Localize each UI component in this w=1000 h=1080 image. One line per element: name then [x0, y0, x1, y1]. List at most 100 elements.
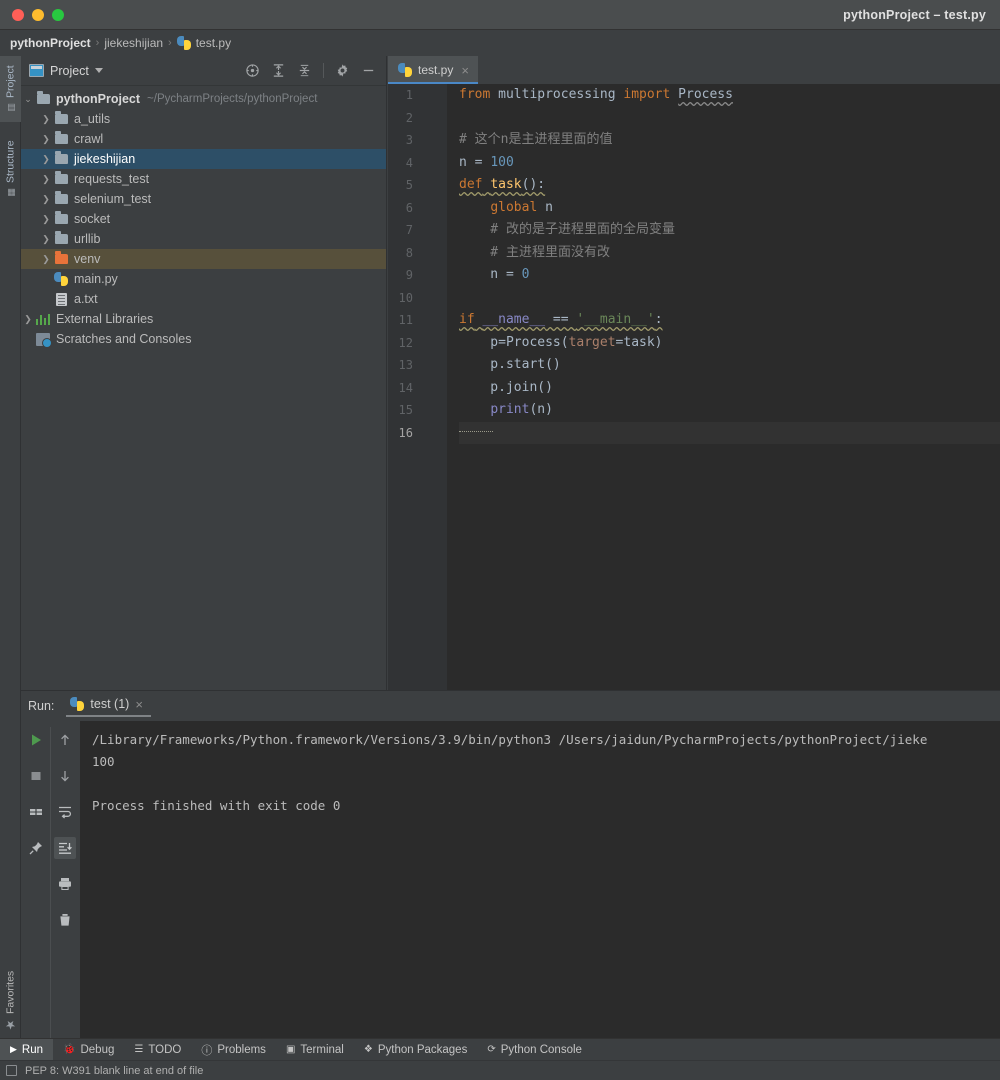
tree-row-a_utils[interactable]: ❯ a_utils: [21, 109, 386, 129]
project-panel-header: Project: [21, 56, 386, 86]
status-bar: PEP 8: W391 blank line at end of file: [0, 1060, 1000, 1080]
token: n =: [459, 267, 522, 282]
code-content[interactable]: from multiprocessing import Process # 这个…: [447, 84, 1000, 690]
tree-row-external-libraries[interactable]: ❯ External Libraries: [21, 309, 386, 329]
chevron-down-icon[interactable]: [94, 68, 103, 73]
line-number: 11: [398, 313, 413, 327]
tree-row-crawl[interactable]: ❯ crawl: [21, 129, 386, 149]
tool-button-problems[interactable]: ⓘ Problems: [191, 1039, 276, 1061]
tool-button-label: Terminal: [300, 1043, 344, 1056]
run-toolbar-primary: [21, 727, 50, 1039]
trash-icon[interactable]: [54, 909, 76, 931]
arrow-up-icon[interactable]: [54, 729, 76, 751]
folder-icon: [53, 131, 69, 144]
chevron-right-icon[interactable]: ❯: [39, 134, 53, 145]
scratches-icon: [35, 332, 52, 348]
tree-row-main-py[interactable]: main.py: [21, 269, 386, 289]
arrow-down-icon[interactable]: [54, 765, 76, 787]
tree-row-socket[interactable]: ❯ socket: [21, 209, 386, 229]
left-tool-strip: ▤ Project ▦ Structure ★ Favorites: [0, 56, 21, 1080]
sidebar-item-favorites[interactable]: ★ Favorites: [0, 956, 21, 1046]
breadcrumb-item-folder[interactable]: jiekeshijian: [104, 36, 163, 50]
code-line-16: [459, 421, 1000, 444]
token: (n): [529, 402, 553, 417]
rerun-icon[interactable]: [25, 729, 47, 751]
inspection-icon[interactable]: [6, 1065, 17, 1076]
token: task: [490, 177, 522, 192]
close-window-button[interactable]: [12, 8, 24, 21]
select-opened-file-icon[interactable]: [245, 63, 260, 78]
python-file-icon: [398, 63, 412, 77]
chevron-right-icon[interactable]: ❯: [21, 314, 35, 325]
token: def: [459, 177, 483, 192]
soft-wrap-icon[interactable]: [54, 801, 76, 823]
breadcrumb-item-file[interactable]: test.py: [176, 36, 231, 50]
layout-icon[interactable]: [25, 801, 47, 823]
chevron-right-icon[interactable]: ❯: [39, 234, 53, 245]
chevron-right-icon[interactable]: ❯: [39, 254, 53, 265]
tool-button-python-console[interactable]: ⟳ Python Console: [477, 1039, 592, 1061]
chevron-right-icon[interactable]: ❯: [39, 194, 53, 205]
close-icon[interactable]: ×: [135, 697, 143, 712]
chevron-right-icon[interactable]: ❯: [39, 174, 53, 185]
token: from: [459, 87, 491, 102]
tool-button-python-packages[interactable]: ❖ Python Packages: [354, 1039, 477, 1061]
run-panel: Run: test (1) × /Library/Frameworks/Pyth…: [21, 690, 1000, 1039]
chevron-down-icon[interactable]: ⌄: [21, 94, 35, 105]
tree-label: pythonProject: [56, 92, 141, 106]
breadcrumb-item-project[interactable]: pythonProject: [10, 36, 91, 50]
code-editor[interactable]: 1 2 3 4 5 6 7 8 9 10 11 12 13 14 15 16 f…: [388, 84, 1000, 690]
tree-row-a-txt[interactable]: a.txt: [21, 289, 386, 309]
sidebar-item-project-label: Project: [4, 65, 17, 99]
tool-button-terminal[interactable]: ▣ Terminal: [276, 1039, 354, 1061]
expand-all-icon[interactable]: [271, 63, 286, 78]
tree-row-venv[interactable]: ❯ venv: [21, 249, 386, 269]
tree-row-scratches[interactable]: Scratches and Consoles: [21, 329, 386, 349]
token: import: [623, 87, 671, 102]
python-file-icon: [53, 272, 69, 286]
tool-button-todo[interactable]: ☰ TODO: [124, 1039, 191, 1061]
star-icon: ★: [3, 1017, 18, 1032]
chevron-right-icon[interactable]: ❯: [39, 154, 53, 165]
close-icon[interactable]: ×: [461, 63, 469, 78]
tool-button-run[interactable]: ▶ Run: [0, 1038, 54, 1061]
tree-label: selenium_test: [74, 192, 152, 206]
tab-test-py[interactable]: test.py ×: [388, 56, 478, 84]
libraries-icon: [35, 313, 51, 325]
run-console-output[interactable]: /Library/Frameworks/Python.framework/Ver…: [80, 721, 1000, 1039]
stop-icon[interactable]: [25, 765, 47, 787]
scroll-to-end-icon[interactable]: [54, 837, 76, 859]
run-tab-test[interactable]: test (1) ×: [62, 693, 151, 719]
tree-label: crawl: [74, 132, 104, 146]
settings-gear-icon[interactable]: [335, 63, 350, 78]
hide-panel-icon[interactable]: [361, 63, 376, 78]
tool-button-label: Run: [21, 1043, 44, 1056]
blank-line-warning-underline: [459, 428, 493, 432]
tree-row-urllib[interactable]: ❯ urllib: [21, 229, 386, 249]
tree-row-requests_test[interactable]: ❯ requests_test: [21, 169, 386, 189]
sidebar-item-structure-label: Structure: [4, 140, 17, 184]
collapse-all-icon[interactable]: [297, 63, 312, 78]
token: # 改的是子进程里面的全局变量: [459, 222, 675, 237]
zoom-window-button[interactable]: [52, 8, 64, 21]
token: global: [490, 199, 538, 215]
project-icon: ▤: [5, 102, 16, 113]
project-panel-toolbar: [245, 63, 380, 78]
sidebar-item-structure[interactable]: ▦ Structure: [0, 130, 21, 208]
line-number: 16: [398, 425, 413, 440]
toolbar-divider: [323, 63, 324, 78]
chevron-right-icon[interactable]: ❯: [39, 214, 53, 225]
minimize-window-button[interactable]: [32, 8, 44, 21]
code-lines[interactable]: from multiprocessing import Process # 这个…: [447, 84, 1000, 444]
project-tree: ⌄ pythonProject ~/PycharmProjects/python…: [21, 86, 386, 349]
line-number: 10: [398, 290, 413, 305]
tool-button-debug[interactable]: 🐞 Debug: [53, 1039, 124, 1061]
sidebar-item-project[interactable]: ▤ Project: [0, 56, 21, 122]
tree-row-pythonProject[interactable]: ⌄ pythonProject ~/PycharmProjects/python…: [21, 89, 386, 109]
chevron-right-icon[interactable]: ❯: [39, 114, 53, 125]
editor-gutter[interactable]: 1 2 3 4 5 6 7 8 9 10 11 12 13 14 15 16: [388, 84, 447, 690]
print-icon[interactable]: [54, 873, 76, 895]
tree-row-selenium_test[interactable]: ❯ selenium_test: [21, 189, 386, 209]
pin-icon[interactable]: [25, 837, 47, 859]
tree-row-jiekeshijian[interactable]: ❯ jiekeshijian: [21, 149, 386, 169]
